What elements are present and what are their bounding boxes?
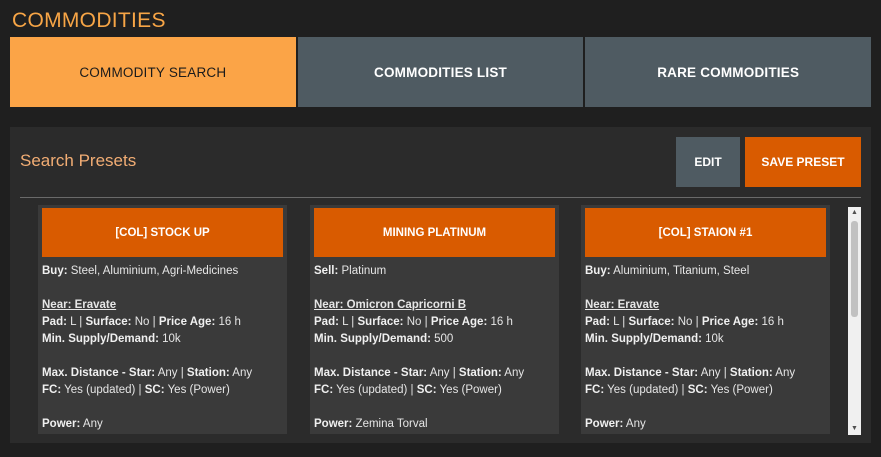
preset-button[interactable]: MINING PLATINUM [314, 208, 555, 257]
tab-bar: COMMODITY SEARCH COMMODITIES LIST RARE C… [10, 37, 872, 107]
scroll-down-icon[interactable]: ▼ [848, 423, 861, 435]
preset-list[interactable]: [COL] STOCK UP Buy: Steel, Aluminium, Ag… [20, 205, 861, 435]
preset-details: Buy: Aluminium, Titanium, Steel Near: Er… [585, 257, 826, 433]
save-preset-button[interactable]: SAVE PRESET [745, 137, 861, 187]
page-title: COMMODITIES [12, 9, 166, 32]
scrollbar-thumb[interactable] [851, 221, 858, 317]
panel-title: Search Presets [20, 151, 137, 170]
preset-card: [COL] STOCK UP Buy: Steel, Aluminium, Ag… [38, 205, 287, 434]
search-presets-panel: Search Presets EDIT SAVE PRESET [COL] ST… [10, 127, 871, 443]
vertical-scrollbar[interactable]: ▲ ▼ [848, 207, 861, 435]
scroll-up-icon[interactable]: ▲ [848, 207, 861, 219]
edit-button[interactable]: EDIT [676, 137, 740, 187]
preset-card: [COL] STAION #1 Buy: Aluminium, Titanium… [581, 205, 830, 434]
near-system-link[interactable]: Near: Omicron Capricorni B [314, 297, 555, 314]
tab-rare-commodities[interactable]: RARE COMMODITIES [585, 37, 872, 107]
divider [20, 197, 861, 198]
preset-details: Sell: Platinum Near: Omicron Capricorni … [314, 257, 555, 433]
near-system-link[interactable]: Near: Eravate [585, 297, 826, 314]
preset-button[interactable]: [COL] STAION #1 [585, 208, 826, 257]
near-system-link[interactable]: Near: Eravate [42, 297, 283, 314]
preset-card: MINING PLATINUM Sell: Platinum Near: Omi… [310, 205, 559, 434]
preset-button[interactable]: [COL] STOCK UP [42, 208, 283, 257]
preset-details: Buy: Steel, Aluminium, Agri-Medicines Ne… [42, 257, 283, 433]
tab-commodities-list[interactable]: COMMODITIES LIST [297, 37, 584, 107]
tab-commodity-search[interactable]: COMMODITY SEARCH [10, 37, 296, 107]
